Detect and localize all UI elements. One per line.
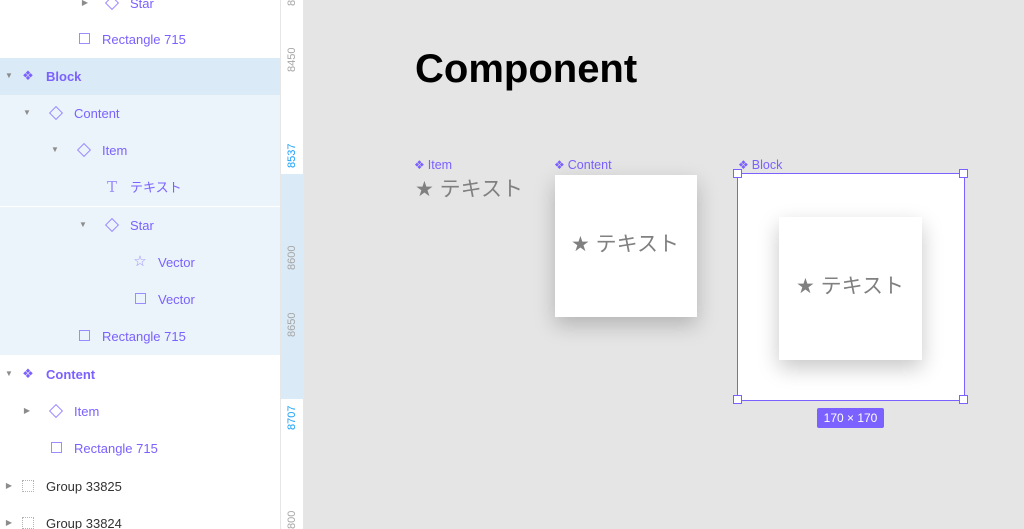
layer-label: Group 33825 bbox=[46, 479, 122, 494]
layer-label: Content bbox=[74, 106, 120, 121]
ruler-tick: 8600 bbox=[286, 245, 298, 271]
item-component-text[interactable]: ★ テキスト bbox=[415, 177, 523, 203]
page-title: Component bbox=[415, 47, 638, 91]
instance-diamond-icon bbox=[104, 0, 120, 11]
collapse-caret-icon[interactable]: ▼ bbox=[78, 219, 88, 231]
layer-label: テキスト bbox=[130, 180, 182, 195]
rectangle-icon bbox=[48, 440, 64, 456]
layer-row-rectangle[interactable]: Rectangle 715 bbox=[0, 21, 280, 58]
layer-row-rectangle[interactable]: Rectangle 715 bbox=[0, 430, 280, 467]
component-icon: ❖ bbox=[22, 68, 34, 83]
layer-row-vector-square[interactable]: Vector bbox=[0, 281, 280, 318]
vertical-ruler[interactable]: 8 8450 8537 8600 8650 8707 800 bbox=[280, 0, 304, 529]
instance-diamond-icon bbox=[48, 105, 64, 121]
ruler-tick-selection-end: 8707 bbox=[286, 405, 298, 431]
frame-label-block[interactable]: ❖ Block bbox=[738, 157, 782, 173]
frame-label-item[interactable]: ❖ Item bbox=[414, 157, 452, 173]
collapse-caret-icon[interactable]: ▼ bbox=[4, 368, 14, 380]
resize-handle-bottom-right[interactable] bbox=[959, 395, 968, 404]
ruler-tick: 800 bbox=[286, 510, 298, 529]
content-card[interactable]: ★ テキスト bbox=[555, 175, 697, 317]
instance-diamond-icon bbox=[104, 217, 120, 233]
rectangle-icon bbox=[76, 31, 92, 47]
layer-row-vector-star[interactable]: ☆ Vector bbox=[0, 244, 280, 281]
component-icon: ❖ bbox=[554, 158, 565, 172]
layer-label: Vector bbox=[158, 292, 195, 307]
ruler-tick: 8450 bbox=[286, 47, 298, 73]
content-card-text: ★ テキスト bbox=[571, 233, 680, 256]
design-canvas[interactable]: Component ❖ Item ★ テキスト ❖ Content ★ テキスト ❖… bbox=[305, 0, 1024, 529]
layer-label: Item bbox=[74, 404, 100, 419]
layer-row-star[interactable]: ▼ Star bbox=[0, 207, 280, 244]
layers-panel: ▶ Star Rectangle 715 ▼ ❖ Block ▼ Content… bbox=[0, 0, 280, 529]
ruler-selection-band bbox=[281, 174, 304, 399]
expand-caret-icon[interactable]: ▶ bbox=[80, 0, 90, 9]
component-icon: ❖ bbox=[22, 366, 34, 381]
collapse-caret-icon[interactable]: ▼ bbox=[50, 144, 60, 156]
ruler-tick-selection-start: 8537 bbox=[286, 143, 298, 169]
layer-label: Vector bbox=[158, 255, 195, 270]
resize-handle-bottom-left[interactable] bbox=[733, 395, 742, 404]
size-badge: 170 × 170 bbox=[817, 408, 884, 428]
star-outline-icon: ☆ bbox=[133, 253, 147, 270]
resize-handle-top-left[interactable] bbox=[733, 169, 742, 178]
layer-label: Rectangle 715 bbox=[102, 329, 186, 344]
instance-diamond-icon bbox=[76, 142, 92, 158]
layer-row-rectangle[interactable]: Rectangle 715 bbox=[0, 318, 280, 355]
rectangle-icon bbox=[76, 328, 92, 344]
ruler-tick: 8650 bbox=[286, 312, 298, 338]
expand-caret-icon[interactable]: ▶ bbox=[4, 480, 14, 492]
layer-row-star[interactable]: ▶ Star bbox=[0, 0, 280, 22]
expand-caret-icon[interactable]: ▶ bbox=[4, 517, 14, 529]
collapse-caret-icon[interactable]: ▼ bbox=[22, 107, 32, 119]
instance-diamond-icon bbox=[48, 403, 64, 419]
layer-label: Content bbox=[46, 367, 96, 382]
ruler-tick: 8 bbox=[286, 0, 298, 7]
layer-row-text[interactable]: T テキスト bbox=[0, 169, 280, 206]
rectangle-icon bbox=[132, 291, 148, 307]
layer-row-group[interactable]: ▶ Group 33825 bbox=[0, 468, 280, 505]
collapse-caret-icon[interactable]: ▼ bbox=[4, 70, 14, 82]
expand-caret-icon[interactable]: ▶ bbox=[22, 405, 32, 417]
layer-row-item[interactable]: ▶ Item bbox=[0, 393, 280, 430]
layer-label: Group 33824 bbox=[46, 516, 122, 529]
resize-handle-top-right[interactable] bbox=[959, 169, 968, 178]
group-icon bbox=[20, 478, 36, 494]
group-icon bbox=[20, 515, 36, 529]
layer-label: Item bbox=[102, 143, 128, 158]
layer-row-item[interactable]: ▼ Item bbox=[0, 132, 280, 169]
layer-label: Rectangle 715 bbox=[102, 32, 186, 47]
layer-label: Star bbox=[130, 0, 154, 11]
component-icon: ❖ bbox=[414, 158, 425, 172]
layer-label: Block bbox=[46, 69, 82, 84]
layer-row-group[interactable]: ▶ Group 33824 bbox=[0, 505, 280, 529]
text-layer-icon: T bbox=[106, 178, 117, 196]
layer-label: Star bbox=[130, 218, 154, 233]
layer-label: Rectangle 715 bbox=[74, 441, 158, 456]
layer-row-block[interactable]: ▼ ❖ Block bbox=[0, 58, 280, 95]
frame-label-content[interactable]: ❖ Content bbox=[554, 157, 612, 173]
layer-row-content-component[interactable]: ▼ ❖ Content bbox=[0, 356, 280, 393]
selection-outline bbox=[737, 173, 965, 401]
layer-row-content[interactable]: ▼ Content bbox=[0, 95, 280, 132]
